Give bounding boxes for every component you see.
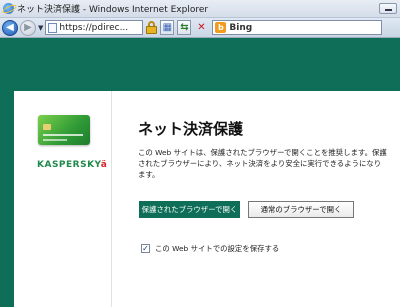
kaspersky-logo: KASPERSKYä <box>37 160 107 170</box>
remember-setting-row[interactable]: ✓ この Web サイトでの設定を保存する <box>141 243 279 254</box>
back-icon: ◀ <box>6 22 14 33</box>
credit-card-icon <box>38 115 90 145</box>
internet-explorer-icon <box>3 3 14 14</box>
search-box[interactable]: b Bing <box>212 20 383 35</box>
open-in-normal-browser-button[interactable]: 通常のブラウザーで開く <box>248 201 354 218</box>
remember-setting-checkbox[interactable]: ✓ <box>141 244 150 253</box>
navigation-bar: ◀ ▶ ▼ https://pdirec... ▦ ⇆ ✕ b Bing <box>0 18 400 38</box>
dialog-heading: ネット決済保護 <box>138 120 244 138</box>
dialog-description: この Web サイトは、保護されたブラウザーで開くことを推奨します。保護されたブ… <box>138 148 387 179</box>
bing-icon: b <box>215 22 227 33</box>
forward-button[interactable]: ▶ <box>20 19 36 36</box>
lock-icon[interactable] <box>146 21 158 34</box>
remember-setting-label[interactable]: この Web サイトでの設定を保存する <box>155 243 279 254</box>
stop-icon: ✕ <box>197 22 206 33</box>
back-button[interactable]: ◀ <box>2 19 18 36</box>
compatibility-view-button[interactable]: ▦ <box>160 20 175 35</box>
history-dropdown-icon[interactable]: ▼ <box>38 24 43 32</box>
window-title-bar: ネット決済保護 - Windows Internet Explorer <box>0 0 400 18</box>
refresh-button[interactable]: ⇆ <box>177 20 192 35</box>
refresh-icon: ⇆ <box>180 22 189 33</box>
stop-button[interactable]: ✕ <box>194 20 208 35</box>
page-icon <box>48 22 58 33</box>
logo-mark: ä <box>100 160 108 170</box>
address-url: https://pdirec... <box>59 22 129 33</box>
logo-text: KASPERSKY <box>37 160 101 170</box>
minimize-icon <box>385 9 392 11</box>
compatibility-icon: ▦ <box>162 22 173 33</box>
window-title: ネット決済保護 - Windows Internet Explorer <box>17 5 209 15</box>
minimize-button[interactable] <box>379 3 397 14</box>
search-provider-label: Bing <box>229 22 253 33</box>
open-in-protected-browser-button[interactable]: 保護されたブラウザーで開く <box>139 201 240 218</box>
safe-money-dialog: KASPERSKYä ネット決済保護 この Web サイトは、保護されたブラウザ… <box>14 91 400 307</box>
address-bar[interactable]: https://pdirec... <box>45 20 144 35</box>
dialog-brand-panel: KASPERSKYä <box>14 91 112 307</box>
forward-icon: ▶ <box>24 22 32 33</box>
